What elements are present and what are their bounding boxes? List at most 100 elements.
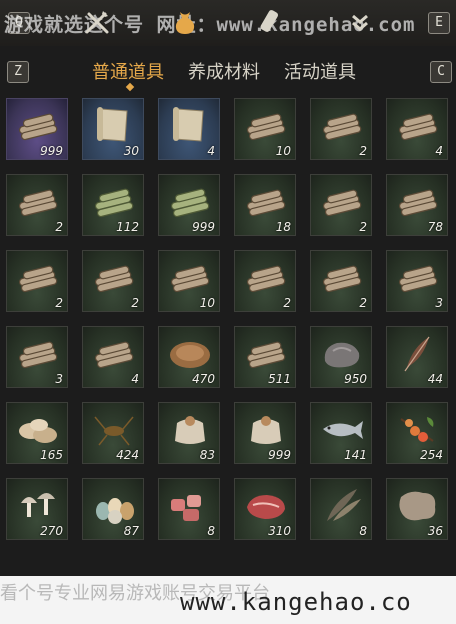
bamboo-bundle-icon bbox=[170, 188, 210, 218]
inventory-slot[interactable]: 2 bbox=[6, 250, 68, 312]
item-count: 141 bbox=[344, 448, 367, 462]
item-count: 999 bbox=[268, 448, 291, 462]
tab-event-items[interactable]: 活动道具 bbox=[284, 58, 356, 84]
item-count: 2 bbox=[359, 144, 367, 158]
inventory-slot[interactable]: 4 bbox=[82, 326, 144, 388]
cricket-icon bbox=[94, 416, 134, 446]
log-bundle-icon bbox=[94, 341, 134, 369]
tab-cultivation-materials[interactable]: 养成材料 bbox=[188, 58, 260, 84]
inventory-slot[interactable]: 10 bbox=[234, 98, 296, 160]
inventory-slot[interactable]: 112 bbox=[82, 174, 144, 236]
eggs-icon bbox=[96, 498, 134, 524]
item-count: 950 bbox=[344, 372, 367, 386]
item-count: 270 bbox=[40, 524, 63, 538]
inventory-slot[interactable]: 30 bbox=[82, 98, 144, 160]
item-count: 4 bbox=[435, 144, 443, 158]
inventory-slot[interactable]: 2 bbox=[234, 250, 296, 312]
top-bar: Q 游戏就选这个号 网址：www.kangehao.com E bbox=[0, 0, 456, 46]
inventory-slot[interactable]: 511 bbox=[234, 326, 296, 388]
item-count: 511 bbox=[268, 372, 291, 386]
feather-icon bbox=[404, 336, 430, 372]
key-hint-c[interactable]: C bbox=[430, 61, 452, 83]
inventory-slot[interactable]: 424 bbox=[82, 402, 144, 464]
inventory-slot[interactable]: 950 bbox=[310, 326, 372, 388]
money-bag-icon[interactable] bbox=[171, 8, 199, 36]
log-bundle-icon bbox=[18, 113, 58, 141]
key-hint-z[interactable]: Z bbox=[7, 61, 29, 83]
inventory-slot[interactable]: 270 bbox=[6, 478, 68, 540]
inventory-slot[interactable]: 2 bbox=[310, 250, 372, 312]
meat-chunks-icon bbox=[171, 495, 201, 521]
item-count: 2 bbox=[55, 296, 63, 310]
bamboo-bundle-icon bbox=[94, 188, 134, 218]
log-bundle-icon bbox=[246, 113, 286, 141]
log-bundle-icon bbox=[94, 265, 134, 293]
inventory-slot[interactable]: 999 bbox=[234, 402, 296, 464]
log-bundle-icon bbox=[398, 189, 438, 217]
item-count: 310 bbox=[268, 524, 291, 538]
paper-scroll-icon bbox=[173, 107, 204, 142]
item-count: 3 bbox=[55, 372, 63, 386]
bottom-watermark-bar: 看个号专业网易游戏账号交易平台 www.kangehao.co bbox=[0, 576, 456, 624]
berry-branch-icon bbox=[400, 417, 434, 442]
tab-normal-items[interactable]: 普通道具 bbox=[92, 58, 164, 84]
item-count: 36 bbox=[427, 524, 443, 538]
inventory-slot[interactable]: 83 bbox=[158, 402, 220, 464]
feathers-bundle-icon bbox=[327, 489, 361, 521]
inventory-slot[interactable]: 10 bbox=[158, 250, 220, 312]
inventory-slot[interactable]: 999 bbox=[158, 174, 220, 236]
inventory-slot[interactable]: 4 bbox=[386, 98, 448, 160]
crossed-tools-icon[interactable] bbox=[83, 8, 111, 36]
item-count: 254 bbox=[420, 448, 443, 462]
chevron-stack-icon[interactable] bbox=[346, 8, 374, 36]
item-count: 424 bbox=[116, 448, 139, 462]
item-count: 4 bbox=[207, 144, 215, 158]
scroll-icon[interactable] bbox=[257, 8, 285, 36]
mushroom-slices-icon bbox=[19, 419, 57, 443]
item-count: 10 bbox=[199, 296, 215, 310]
log-bundle-icon bbox=[170, 265, 210, 293]
log-bundle-icon bbox=[398, 265, 438, 293]
inventory-slot[interactable]: 87 bbox=[82, 478, 144, 540]
inventory-slot[interactable]: 2 bbox=[6, 174, 68, 236]
inventory-slot[interactable]: 999 bbox=[6, 98, 68, 160]
inventory-slot[interactable]: 2 bbox=[310, 98, 372, 160]
inventory-slot[interactable]: 3 bbox=[386, 250, 448, 312]
item-count: 10 bbox=[275, 144, 291, 158]
inventory-slot[interactable]: 2 bbox=[310, 174, 372, 236]
item-count: 18 bbox=[275, 220, 291, 234]
item-count: 470 bbox=[192, 372, 215, 386]
inventory-slot[interactable]: 3 bbox=[6, 326, 68, 388]
inventory-slot[interactable]: 8 bbox=[158, 478, 220, 540]
ore-rock-icon bbox=[324, 342, 360, 368]
inventory-slot[interactable]: 18 bbox=[234, 174, 296, 236]
inventory-slot[interactable]: 310 bbox=[234, 478, 296, 540]
inventory-slot[interactable]: 470 bbox=[158, 326, 220, 388]
item-count: 2 bbox=[283, 296, 291, 310]
inventory-slot[interactable]: 165 bbox=[6, 402, 68, 464]
log-bundle-icon bbox=[322, 113, 362, 141]
inventory-slot[interactable]: 44 bbox=[386, 326, 448, 388]
log-bundle-icon bbox=[398, 113, 438, 141]
log-bundle-icon bbox=[18, 265, 58, 293]
inventory-slot[interactable]: 141 bbox=[310, 402, 372, 464]
inventory-slot[interactable]: 78 bbox=[386, 174, 448, 236]
item-count: 999 bbox=[40, 144, 63, 158]
hide-pelt-icon bbox=[399, 491, 436, 521]
inventory-slot[interactable]: 4 bbox=[158, 98, 220, 160]
raw-meat-icon bbox=[247, 495, 285, 519]
log-bundle-icon bbox=[322, 189, 362, 217]
inventory-slot[interactable]: 8 bbox=[310, 478, 372, 540]
key-hint-e[interactable]: E bbox=[428, 12, 450, 34]
item-count: 87 bbox=[123, 524, 139, 538]
inventory-slot[interactable]: 2 bbox=[82, 250, 144, 312]
inventory-slot[interactable]: 36 bbox=[386, 478, 448, 540]
item-count: 4 bbox=[131, 372, 139, 386]
item-count: 8 bbox=[359, 524, 367, 538]
category-tabs: Z 普通道具 养成材料 活动道具 C bbox=[0, 50, 456, 90]
item-count: 83 bbox=[199, 448, 215, 462]
item-count: 165 bbox=[40, 448, 63, 462]
item-count: 2 bbox=[131, 296, 139, 310]
log-bundle-icon bbox=[18, 341, 58, 369]
inventory-slot[interactable]: 254 bbox=[386, 402, 448, 464]
